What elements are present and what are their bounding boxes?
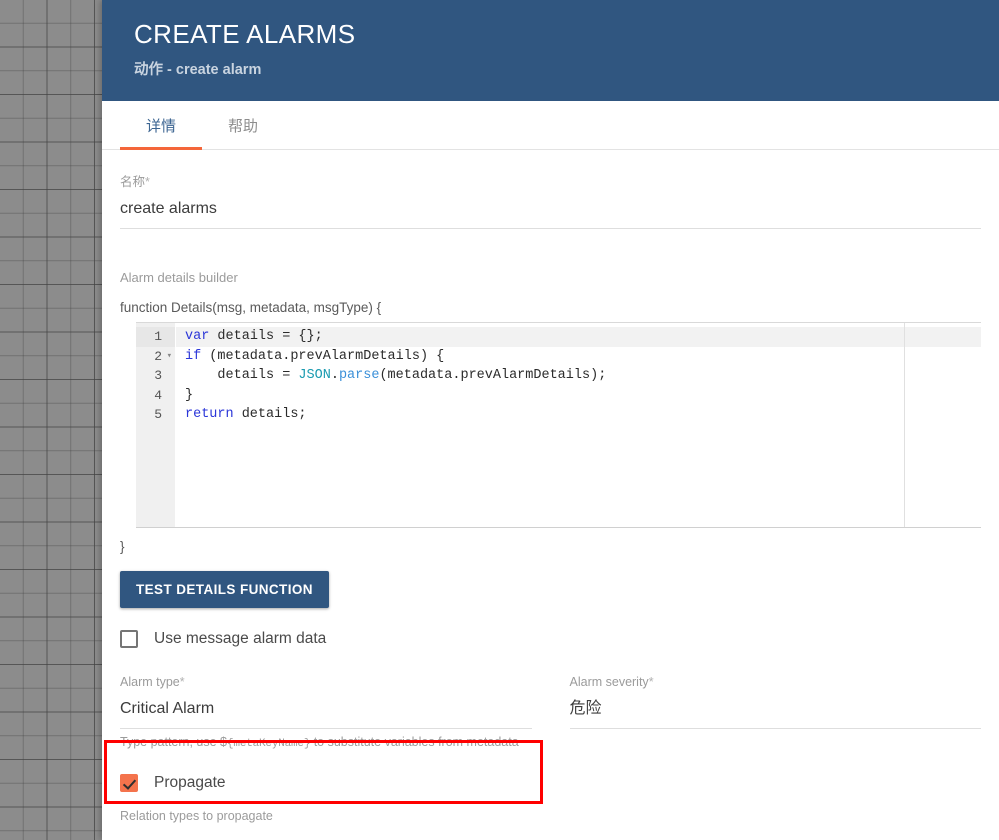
alarm-severity-underline [569,728,981,729]
panel-body: 名称* create alarms Alarm details builder … [102,150,999,840]
code-token: if [185,348,202,364]
alarm-severity-label: Alarm severity* [570,674,982,690]
tab-help[interactable]: 帮助 [202,101,284,149]
code-token: JSON [298,368,331,383]
alarm-type-hint-token: {metaKeyName} [227,738,311,750]
use-message-alarm-data-label: Use message alarm data [154,630,327,647]
details-panel: CREATE ALARMS 动作 - create alarm 详情 帮助 名称… [102,0,999,840]
page-title: CREATE ALARMS [134,19,356,49]
alarm-type-hint-suffix: to substitute variables from metadata [310,735,519,749]
code-token: (metadata.prevAlarmDetails) { [201,348,445,364]
propagate-row[interactable]: Propagate [120,774,981,792]
function-closing-brace: } [120,539,125,554]
code-token: (metadata.prevAlarmDetails); [379,368,607,383]
relation-types-label: Relation types to propagate [120,809,273,823]
relation-types-input[interactable]: Relation types to propaga [120,824,981,840]
editor-code-area[interactable]: var details = {}; if (metadata.prevAlarmD… [176,323,981,527]
editor-code-line[interactable]: var details = {}; [176,327,981,347]
code-fold-icon[interactable]: ▾ [167,347,172,367]
alarm-type-label: Alarm type* [120,674,532,690]
alarm-type-column: Alarm type* Critical Alarm Type pattern,… [120,674,532,752]
code-token: details = {}; [209,329,323,344]
editor-code-line[interactable]: return details; [176,405,981,425]
code-editor[interactable]: 1 2 ▾ 3 4 5 var details = {}; if (metadata.pre… [136,322,981,528]
code-token: return [185,407,234,422]
alarm-severity-column: Alarm severity* 危险 [569,674,982,752]
name-label-text: 名称 [120,175,146,189]
alarm-details-builder-label: Alarm details builder [120,270,238,285]
use-message-alarm-data-checkbox[interactable] [120,630,138,648]
panel-header: CREATE ALARMS 动作 - create alarm [102,0,999,101]
code-token: var [185,329,210,344]
editor-line-number: 4 [154,387,162,403]
name-field-underline [120,228,981,229]
propagate-section: Propagate Relation types to propagate Re… [120,774,981,840]
function-signature-text: function Details(msg, metadata, msgType)… [120,300,382,315]
name-field-label: 名称* [120,174,981,190]
propagate-label: Propagate [154,774,226,791]
alarm-severity-required-mark: * [648,675,654,689]
editor-code-line[interactable]: if (metadata.prevAlarmDetails) { [176,347,981,367]
code-token: . [330,368,339,383]
alarm-type-hint: Type pattern, use ${metaKeyName} to subs… [120,729,532,752]
code-token: details; [233,407,307,422]
alarm-type-severity-row: Alarm type* Critical Alarm Type pattern,… [120,674,981,752]
editor-line-number: 5 [154,407,162,422]
editor-print-margin [904,323,905,527]
alarm-severity-label-text: Alarm severity [569,675,649,689]
alarm-type-input[interactable]: Critical Alarm [120,690,532,721]
editor-line-number: 2 ▾ [136,347,175,367]
alarm-severity-select[interactable]: 危险 [570,690,982,721]
propagate-checkbox[interactable] [120,774,138,792]
tab-details[interactable]: 详情 [120,101,202,150]
panel-subtitle: 动作 - create alarm [134,62,262,78]
tab-bar: 详情 帮助 [102,101,999,150]
name-input[interactable]: create alarms [120,190,981,221]
use-message-alarm-data-row[interactable]: Use message alarm data [120,630,981,648]
editor-line-number: 3 [154,368,162,383]
alarm-type-hint-prefix: Type pattern, use $ [120,735,228,749]
alarm-type-required-mark: * [179,675,185,689]
name-required-mark: * [145,175,150,189]
editor-gutter: 1 2 ▾ 3 4 5 [136,323,176,527]
code-token: } [185,387,194,403]
editor-line-number: 1 [136,327,175,347]
name-field-block: 名称* create alarms [120,150,981,229]
test-details-function-button[interactable]: TEST DETAILS FUNCTION [120,571,329,608]
editor-code-line[interactable]: details = JSON.parse(metadata.prevAlarmD… [176,366,981,386]
editor-code-line[interactable]: } [176,386,981,406]
alarm-type-label-text: Alarm type [120,675,180,689]
code-token: details = [185,368,299,383]
code-token: parse [338,368,380,383]
